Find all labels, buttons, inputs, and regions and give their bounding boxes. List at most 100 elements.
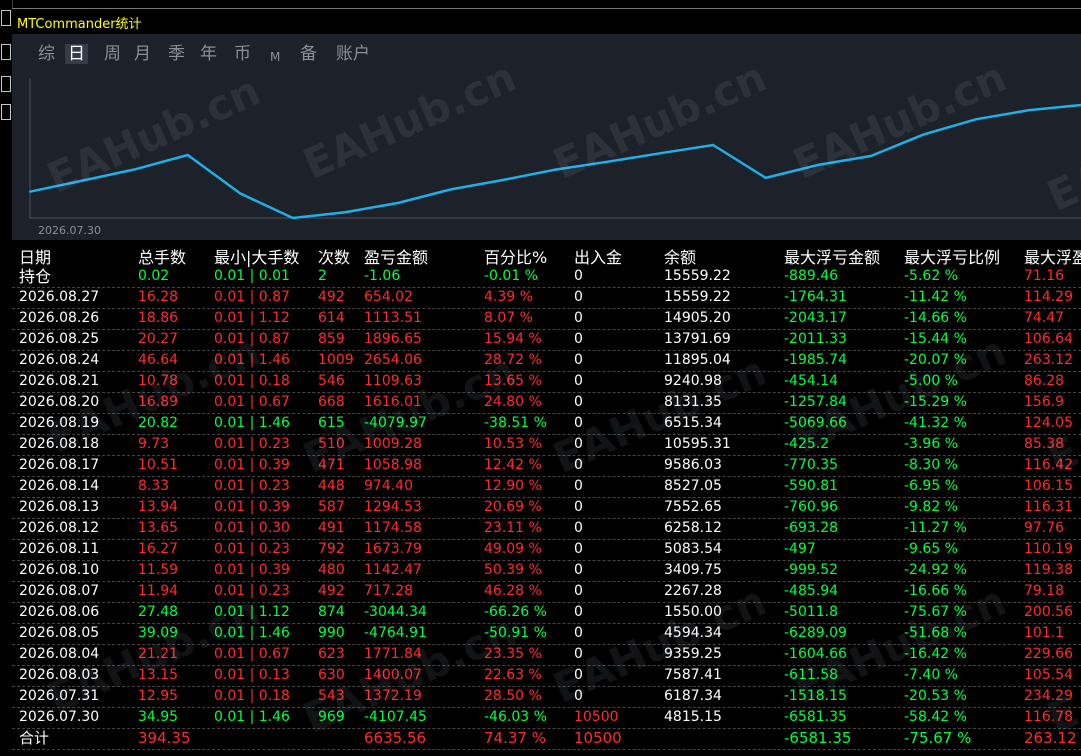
tab-5[interactable]: 年 xyxy=(200,44,217,64)
table-cell: 10.51 xyxy=(138,457,179,473)
table-row[interactable]: 2026.08.13 13.94 0.01 | 0.39 587 1294.53 20.6… xyxy=(12,497,1081,519)
column-header[interactable]: 余额 xyxy=(664,244,696,268)
table-cell: -0.01 % xyxy=(484,268,538,284)
column-header[interactable]: 出入金 xyxy=(574,244,622,268)
table-row[interactable]: 2026.08.11 16.27 0.01 | 0.23 792 1673.79 49.0… xyxy=(12,539,1081,561)
table-cell: 0.01 | 0.67 xyxy=(214,394,290,410)
table-cell: 1058.98 xyxy=(364,457,422,473)
table-cell: 0.01 | 0.87 xyxy=(214,331,290,347)
table-cell: 124.05 xyxy=(1024,415,1073,431)
table-cell: 74.47 xyxy=(1024,310,1065,326)
column-header[interactable]: 最大浮亏金额 xyxy=(784,244,880,268)
table-row[interactable]: 2026.08.24 46.64 0.01 | 1.46 1009 2654.06 28.… xyxy=(12,350,1081,372)
table-cell: 9240.98 xyxy=(664,373,722,389)
table-cell: 10500 xyxy=(574,709,619,725)
table-cell: 8.07 % xyxy=(484,310,533,326)
tab-6[interactable]: 币 xyxy=(234,44,251,64)
tab-0[interactable]: 综 xyxy=(38,44,55,64)
table-cell: -15.44 % xyxy=(904,331,967,347)
table-cell: -6289.09 xyxy=(784,625,847,641)
table-cell: 23.35 % xyxy=(484,646,542,662)
table-cell: 0.01 | 1.46 xyxy=(214,415,290,431)
table-cell: -14.66 % xyxy=(904,310,967,326)
column-header[interactable]: 次数 xyxy=(318,244,350,268)
tab-1[interactable]: 日 xyxy=(65,44,88,64)
table-row[interactable]: 持仓 0.02 0.01 | 0.01 2 -1.06 -0.01 % 0 15559.22 -… xyxy=(12,266,1081,288)
table-row[interactable]: 2026.08.25 20.27 0.01 | 0.87 859 1896.65 15.9… xyxy=(12,329,1081,351)
table-cell: 0.01 | 0.23 xyxy=(214,541,290,557)
table-cell: 79.18 xyxy=(1024,583,1065,599)
table-cell: 1372.19 xyxy=(364,688,422,704)
table-cell: 0.01 | 0.18 xyxy=(214,373,290,389)
table-row[interactable]: 2026.07.31 12.95 0.01 | 0.18 543 1372.19 28.5… xyxy=(12,686,1081,708)
table-cell: -1764.31 xyxy=(784,289,847,305)
column-header[interactable]: 最小|大手数 xyxy=(214,244,299,268)
balance-point xyxy=(922,133,925,136)
table-cell: 2026.08.20 xyxy=(19,394,100,410)
table-row[interactable]: 2026.08.07 11.94 0.01 | 0.23 492 717.28 46.28… xyxy=(12,581,1081,603)
table-cell: -5.00 % xyxy=(904,373,958,389)
column-header[interactable]: 日期 xyxy=(19,244,51,268)
table-cell: 0.01 | 0.23 xyxy=(214,478,290,494)
column-header[interactable]: 最大浮盈 xyxy=(1024,244,1081,268)
table-cell: -5011.8 xyxy=(784,604,839,620)
balance-point xyxy=(344,211,347,214)
table-cell: -16.66 % xyxy=(904,583,967,599)
table-cell: 4815.15 xyxy=(664,709,722,725)
table-cell: -50.91 % xyxy=(484,625,547,641)
total-cell: -6581.35 xyxy=(784,729,852,747)
table-row[interactable]: 2026.08.05 39.09 0.01 | 1.46 990 -4764.91 -50… xyxy=(12,623,1081,645)
column-header[interactable]: 盈亏金额 xyxy=(364,244,428,268)
table-row[interactable]: 2026.08.14 8.33 0.01 | 0.23 448 974.40 12.90 … xyxy=(12,476,1081,498)
table-row[interactable]: 2026.08.18 9.73 0.01 | 0.23 510 1009.28 10.53… xyxy=(12,434,1081,456)
table-row[interactable]: 2026.08.19 20.82 0.01 | 1.46 615 -4079.97 -38… xyxy=(12,413,1081,435)
table-row[interactable]: 2026.08.12 13.65 0.01 | 0.30 491 1174.58 23.1… xyxy=(12,518,1081,540)
table-cell: 46.28 % xyxy=(484,583,542,599)
table-row[interactable]: 2026.08.03 13.15 0.01 | 0.13 630 1400.07 22.6… xyxy=(12,665,1081,687)
tab-9[interactable]: 账户 xyxy=(336,44,370,64)
tab-3[interactable]: 月 xyxy=(134,44,151,64)
column-header[interactable]: 百分比% xyxy=(484,244,547,268)
table-row[interactable]: 2026.08.20 16.89 0.01 | 0.67 668 1616.01 24.8… xyxy=(12,392,1081,414)
table-cell: 1009.28 xyxy=(364,436,422,452)
table-row[interactable]: 2026.07.30 34.95 0.01 | 1.46 969 -4107.45 -46… xyxy=(12,707,1081,729)
column-header[interactable]: 总手数 xyxy=(138,244,186,268)
table-row[interactable]: 2026.08.27 16.28 0.01 | 0.87 492 654.02 4.39 … xyxy=(12,287,1081,309)
table-cell: -2043.17 xyxy=(784,310,847,326)
table-row[interactable]: 2026.08.06 27.48 0.01 | 1.12 874 -3044.34 -66… xyxy=(12,602,1081,624)
table-cell: 491 xyxy=(318,520,345,536)
table-cell: 990 xyxy=(318,625,345,641)
table-cell: 1673.79 xyxy=(364,541,422,557)
table-cell: 15.94 % xyxy=(484,331,542,347)
toolbar-marker-icon[interactable] xyxy=(1,76,11,92)
table-cell: -611.58 xyxy=(784,667,839,683)
toolbar-marker-icon[interactable] xyxy=(1,10,11,26)
table-cell: 234.29 xyxy=(1024,688,1073,704)
table-cell: 0.01 | 1.46 xyxy=(214,625,290,641)
toolbar-marker-icon[interactable] xyxy=(1,44,11,60)
table-row[interactable]: 2026.08.26 18.86 0.01 | 1.12 614 1113.51 8.07… xyxy=(12,308,1081,330)
column-header[interactable]: 最大浮亏比例 xyxy=(904,244,1000,268)
table-row[interactable]: 2026.08.21 10.78 0.01 | 0.18 546 1109.63 13.6… xyxy=(12,371,1081,393)
table-cell: 18.86 xyxy=(138,310,179,326)
table-row[interactable]: 2026.08.17 10.51 0.01 | 0.39 471 1058.98 12.4… xyxy=(12,455,1081,477)
table-cell: -497 xyxy=(784,541,816,557)
window-titlebar[interactable]: MTCommander统计 xyxy=(12,8,1081,35)
table-row[interactable]: 2026.08.04 21.21 0.01 | 0.67 623 1771.84 23.3… xyxy=(12,644,1081,666)
total-cell: 263.12 xyxy=(1024,729,1077,747)
table-cell: -11.42 % xyxy=(904,289,967,305)
table-cell: 0 xyxy=(574,373,583,389)
table-cell: 6187.34 xyxy=(664,688,722,704)
table-cell: 1400.07 xyxy=(364,667,422,683)
tab-7[interactable]: M xyxy=(270,47,280,67)
balance-point xyxy=(764,176,767,179)
table-cell: 2026.08.21 xyxy=(19,373,100,389)
table-row[interactable]: 2026.08.10 11.59 0.01 | 0.39 480 1142.47 50.3… xyxy=(12,560,1081,582)
tab-2[interactable]: 周 xyxy=(104,44,121,64)
table-cell: 0 xyxy=(574,646,583,662)
window-title: MTCommander统计 xyxy=(17,17,142,32)
balance-chart-svg xyxy=(29,78,1081,220)
tab-8[interactable]: 备 xyxy=(300,44,317,64)
tab-4[interactable]: 季 xyxy=(168,44,185,64)
toolbar-marker-icon[interactable] xyxy=(1,104,11,120)
